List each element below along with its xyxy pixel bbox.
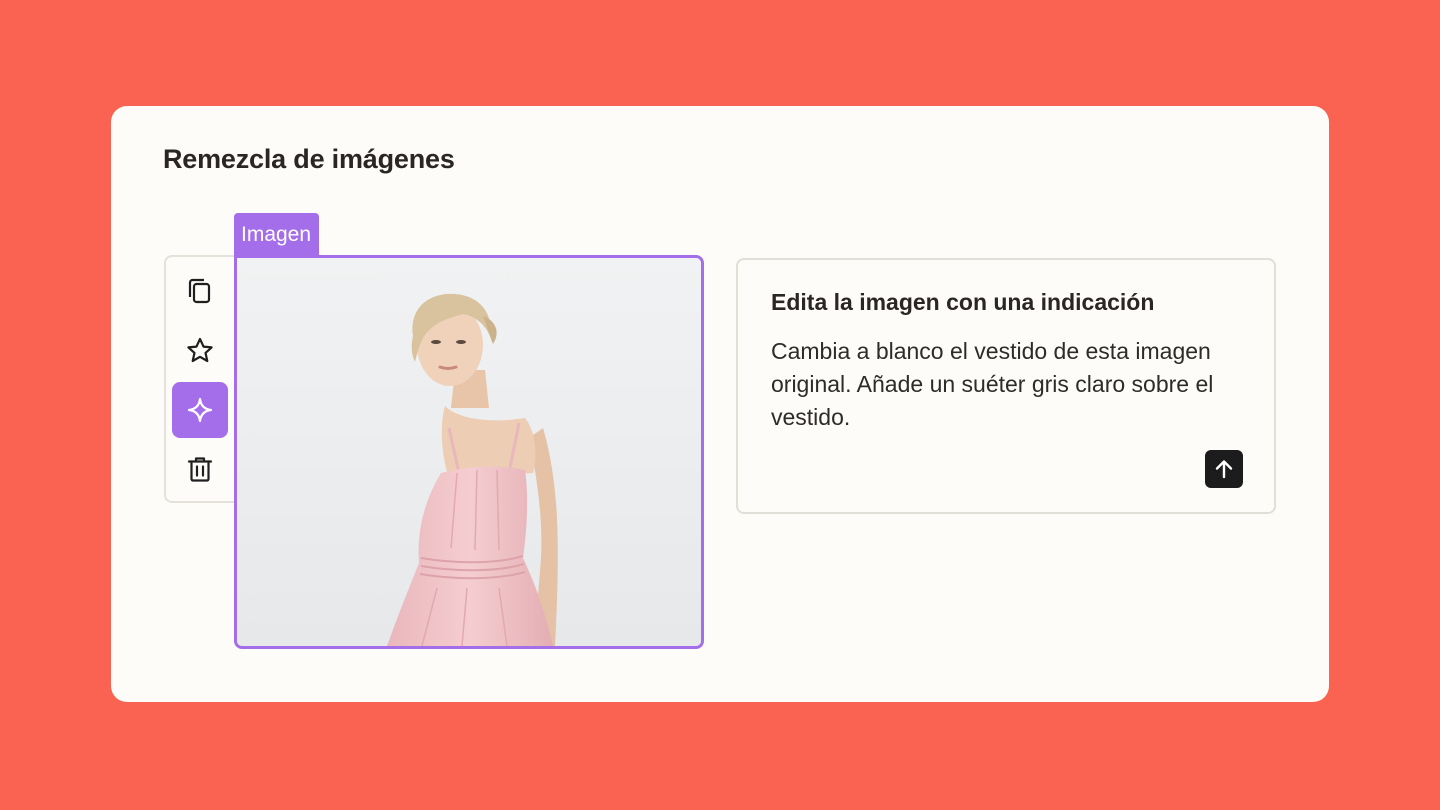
prompt-title: Edita la imagen con una indicación (771, 289, 1155, 315)
selected-image[interactable] (234, 255, 704, 649)
prompt-card: Edita la imagen con una indicación Cambi… (736, 258, 1276, 514)
star-icon (187, 337, 213, 363)
delete-button[interactable] (172, 441, 228, 497)
image-tag: Imagen (234, 213, 320, 257)
trash-icon (187, 457, 213, 482)
copy-button[interactable] (172, 263, 228, 319)
sparkle-icon (187, 397, 213, 423)
image-toolbar (164, 255, 244, 503)
prompt-input[interactable]: Cambia a blanco el vestido de esta image… (771, 335, 1231, 434)
magic-edit-button[interactable] (172, 382, 228, 438)
send-button[interactable] (1205, 450, 1243, 488)
image-remix-card: Remezcla de imágenes Imagen Edita la ima… (111, 106, 1329, 702)
fashion-photo (237, 258, 701, 646)
arrow-up-icon (1215, 460, 1233, 479)
page-title: Remezcla de imágenes (163, 144, 455, 174)
favorite-button[interactable] (172, 323, 228, 379)
copy-icon (188, 278, 211, 304)
